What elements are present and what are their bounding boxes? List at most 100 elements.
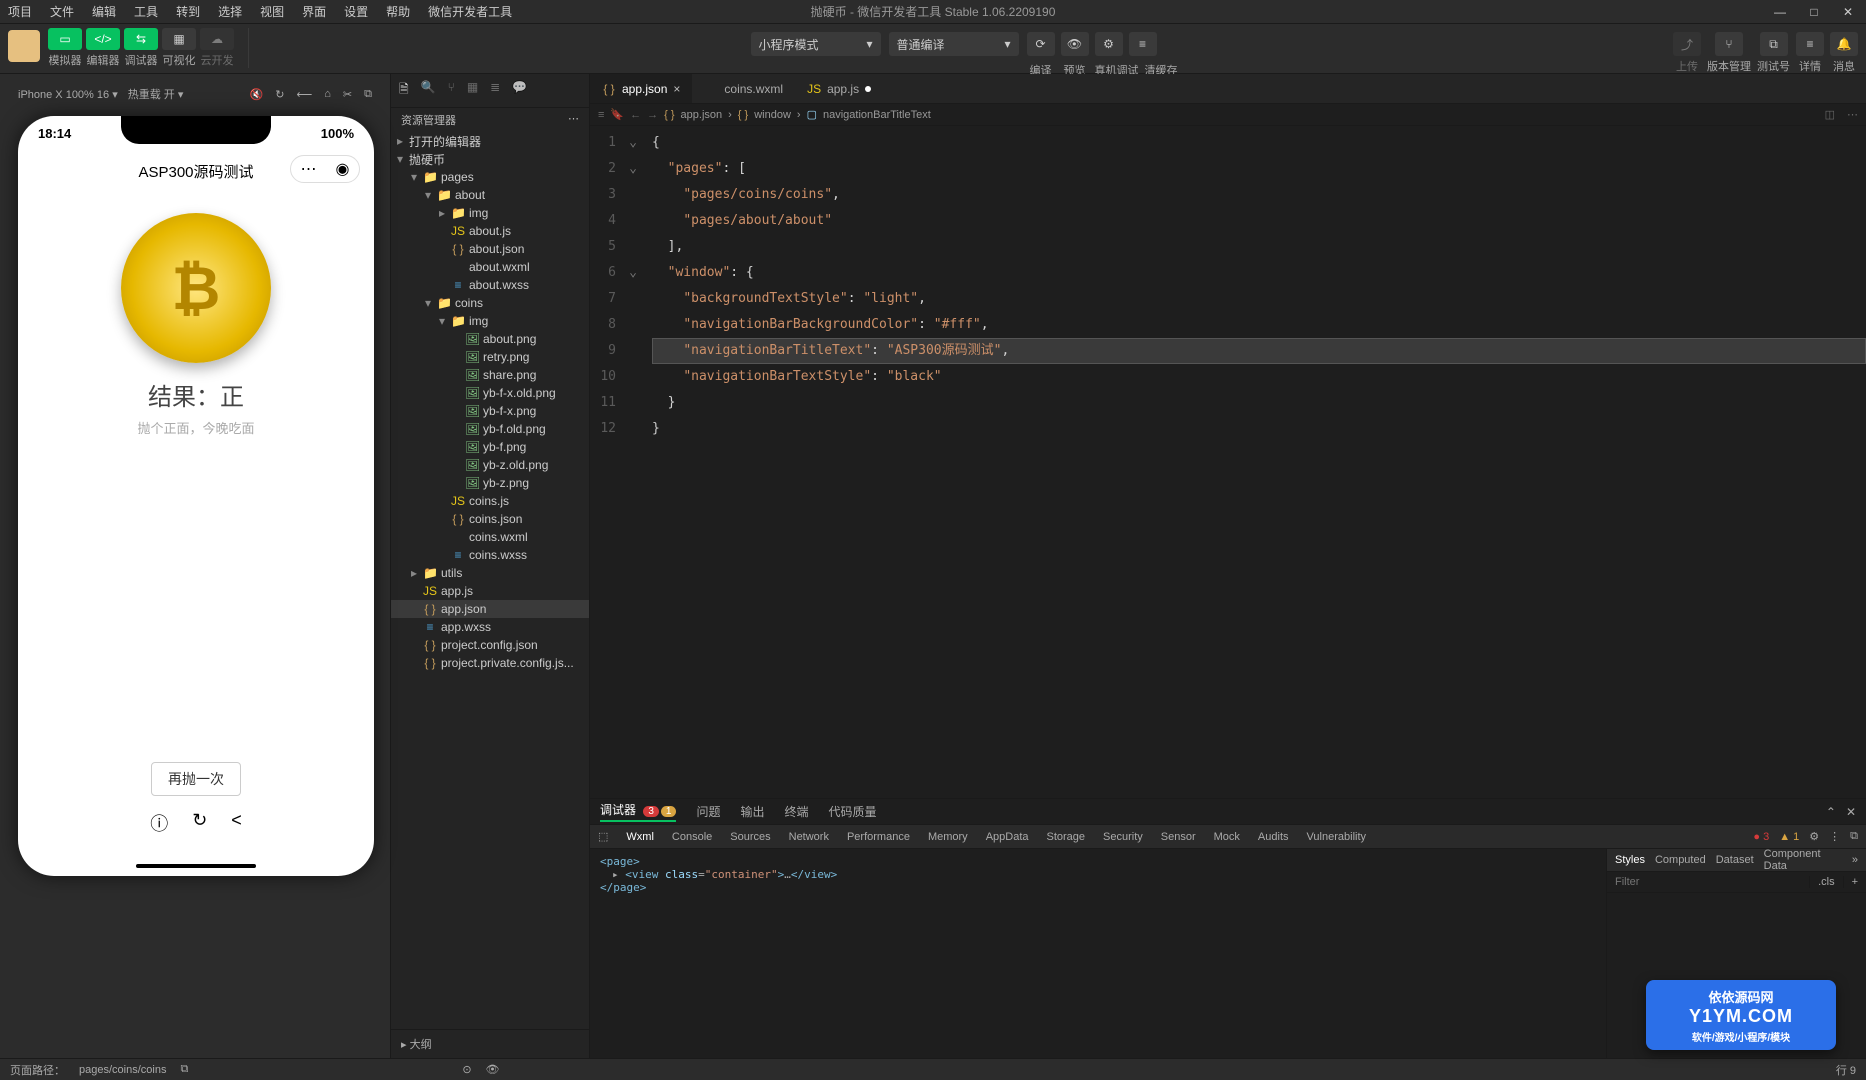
tree-item-yb-f.png[interactable]: 🖼yb-f.png xyxy=(391,438,589,456)
menu-转到[interactable]: 转到 xyxy=(176,3,200,20)
tree-item-coins.json[interactable]: { }coins.json xyxy=(391,510,589,528)
tree-item-about.json[interactable]: { }about.json xyxy=(391,240,589,258)
status-scan-icon[interactable]: ⊙ xyxy=(462,1063,471,1076)
remote-debug-button[interactable]: ⚙ xyxy=(1095,32,1123,56)
tree-item-img[interactable]: ▾📁img xyxy=(391,312,589,330)
cls-toggle[interactable]: .cls xyxy=(1809,876,1843,888)
clear-cache-button[interactable]: ≡ xyxy=(1129,32,1157,56)
devtab-Memory[interactable]: Memory xyxy=(928,831,968,843)
explorer-more-icon[interactable]: ⋯ xyxy=(568,112,579,128)
bookmark-icon[interactable]: 🔖 xyxy=(610,108,624,121)
files-tab-icon[interactable]: 🗎 xyxy=(399,80,409,101)
dom-panel[interactable]: <page> ▸ <view class="container">…</view… xyxy=(590,849,1606,1058)
menu-编辑[interactable]: 编辑 xyxy=(92,3,116,20)
devtools-popout-icon[interactable]: ⧉ xyxy=(1850,830,1858,843)
tree-item-utils[interactable]: ▸📁utils xyxy=(391,564,589,582)
bottom-tab-终端[interactable]: 终端 xyxy=(785,803,809,820)
nav-fwd-icon[interactable]: → xyxy=(647,109,658,121)
styles-filter-input[interactable] xyxy=(1607,872,1809,892)
devtab-Storage[interactable]: Storage xyxy=(1047,831,1086,843)
menu-微信开发者工具[interactable]: 微信开发者工具 xyxy=(428,3,512,20)
editor-tab-coins.wxml[interactable]: coins.wxml xyxy=(692,74,795,103)
tree-item-about.js[interactable]: JSabout.js xyxy=(391,222,589,240)
tree-item-app.js[interactable]: JSapp.js xyxy=(391,582,589,600)
chat-tab-icon[interactable]: 💬 xyxy=(512,80,527,101)
crumb-3[interactable]: navigationBarTitleText xyxy=(823,109,931,121)
device-select[interactable]: iPhone X 100% 16 ▾ xyxy=(18,88,118,101)
search-tab-icon[interactable]: 🔍 xyxy=(421,80,436,101)
editor-tab-app.json[interactable]: { }app.json× xyxy=(590,74,692,103)
copy-path-icon[interactable]: ⧉ xyxy=(180,1063,188,1076)
bottom-tab-代码质量[interactable]: 代码质量 xyxy=(829,803,877,820)
tree-item-yb-z.old.png[interactable]: 🖼yb-z.old.png xyxy=(391,456,589,474)
ext-tab-icon[interactable]: ▦ xyxy=(467,80,478,101)
open-editors-section[interactable]: ▸打开的编辑器 xyxy=(391,132,589,150)
miniprogram-capsule[interactable]: ⋯◉ xyxy=(290,155,360,183)
styles-overflow-icon[interactable]: » xyxy=(1852,854,1858,866)
styletab-Dataset[interactable]: Dataset xyxy=(1716,854,1754,866)
devtab-Vulnerability[interactable]: Vulnerability xyxy=(1307,831,1367,843)
popout-icon[interactable]: ⧉ xyxy=(364,88,372,101)
avatar[interactable] xyxy=(8,30,40,62)
cursor-position[interactable]: 行 9 xyxy=(1836,1062,1856,1078)
crumb-2[interactable]: window xyxy=(754,109,791,121)
tree-item-app.wxss[interactable]: ≡app.wxss xyxy=(391,618,589,636)
compile-select[interactable]: 普通编译▾ xyxy=(889,32,1019,56)
menu-文件[interactable]: 文件 xyxy=(50,3,74,20)
debugger-button[interactable]: ⇆ xyxy=(124,28,158,50)
close-tab-icon[interactable]: × xyxy=(673,82,680,96)
menu-界面[interactable]: 界面 xyxy=(302,3,326,20)
devtab-AppData[interactable]: AppData xyxy=(986,831,1029,843)
tree-item-yb-z.png[interactable]: 🖼yb-z.png xyxy=(391,474,589,492)
tree-item-retry.png[interactable]: 🖼retry.png xyxy=(391,348,589,366)
home-icon[interactable]: ⌂ xyxy=(324,88,331,101)
crumb-1[interactable]: app.json xyxy=(681,109,723,121)
retry-button[interactable]: 再抛一次 xyxy=(151,762,241,796)
mode-select[interactable]: 小程序模式▾ xyxy=(751,32,881,56)
menu-项目[interactable]: 项目 xyxy=(8,3,32,20)
cut-icon[interactable]: ✂ xyxy=(343,88,352,101)
minimize-button[interactable]: — xyxy=(1770,5,1790,19)
styletab-Component Data[interactable]: Component Data xyxy=(1764,848,1842,872)
tree-item-project.config.json[interactable]: { }project.config.json xyxy=(391,636,589,654)
devtab-Performance[interactable]: Performance xyxy=(847,831,910,843)
menu-选择[interactable]: 选择 xyxy=(218,3,242,20)
db-tab-icon[interactable]: ≣ xyxy=(490,80,500,101)
sound-icon[interactable]: 🔇 xyxy=(250,88,264,101)
more-editor-icon[interactable]: ⋯ xyxy=(1847,108,1858,121)
devtab-Sensor[interactable]: Sensor xyxy=(1161,831,1196,843)
styletab-Computed[interactable]: Computed xyxy=(1655,854,1706,866)
compile-button[interactable]: ⟳ xyxy=(1027,32,1055,56)
maximize-button[interactable]: □ xyxy=(1804,5,1824,19)
bottom-tab-调试器[interactable]: 调试器 31 xyxy=(600,801,676,822)
toolbar-上传-button[interactable]: ⤴ xyxy=(1673,32,1701,56)
panel-close-icon[interactable]: ✕ xyxy=(1846,805,1856,819)
devtools-dock-icon[interactable]: ⋮ xyxy=(1829,830,1840,843)
editor-tab-app.js[interactable]: JSapp.js xyxy=(795,74,883,103)
crumb-toggle-icon[interactable]: ≡ xyxy=(598,109,604,121)
toolbar-详情-button[interactable]: ≡ xyxy=(1796,32,1824,56)
close-button[interactable]: ✕ xyxy=(1838,5,1858,19)
devtab-Mock[interactable]: Mock xyxy=(1214,831,1240,843)
inspect-icon[interactable]: ⬚ xyxy=(598,830,608,843)
git-tab-icon[interactable]: ⑂ xyxy=(448,80,455,101)
tree-item-share.png[interactable]: 🖼share.png xyxy=(391,366,589,384)
cloud-dev-button[interactable]: ☁ xyxy=(200,28,234,50)
devtab-Wxml[interactable]: Wxml xyxy=(626,831,654,843)
preview-button[interactable]: 👁 xyxy=(1061,32,1089,56)
devtab-Network[interactable]: Network xyxy=(789,831,829,843)
devtab-Console[interactable]: Console xyxy=(672,831,712,843)
toolbar-消息-button[interactable]: 🔔 xyxy=(1830,32,1858,56)
status-eye-icon[interactable]: 👁 xyxy=(486,1063,500,1076)
project-root[interactable]: ▾抛硬币 xyxy=(391,150,589,168)
tree-item-about.wxml[interactable]: about.wxml xyxy=(391,258,589,276)
tree-item-coins.wxml[interactable]: coins.wxml xyxy=(391,528,589,546)
tree-item-about.png[interactable]: 🖼about.png xyxy=(391,330,589,348)
devtab-Security[interactable]: Security xyxy=(1103,831,1143,843)
nav-back-icon[interactable]: ← xyxy=(630,109,641,121)
retry-icon[interactable]: ↻ xyxy=(192,810,207,836)
toolbar-版本管理-button[interactable]: ⑂ xyxy=(1715,32,1743,56)
tree-item-yb-f-x.png[interactable]: 🖼yb-f-x.png xyxy=(391,402,589,420)
tree-item-project.private.config.js...[interactable]: { }project.private.config.js... xyxy=(391,654,589,672)
tree-item-coins.js[interactable]: JScoins.js xyxy=(391,492,589,510)
